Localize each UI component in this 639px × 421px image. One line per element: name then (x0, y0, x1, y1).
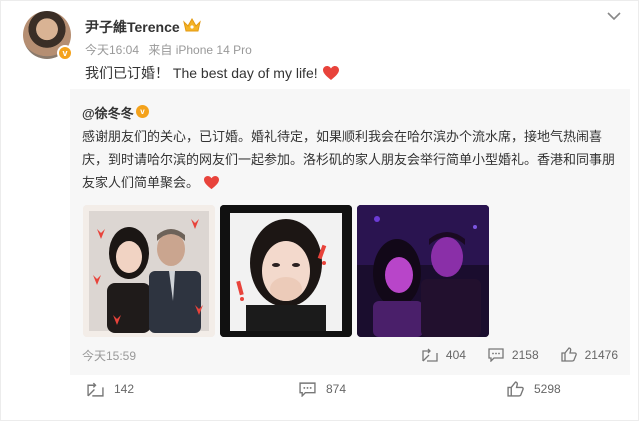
comment-button[interactable]: 874 (299, 381, 347, 397)
like-button[interactable]: 5298 (507, 381, 561, 397)
post-meta: 今天16:04 来自 iPhone 14 Pro (85, 41, 258, 58)
weibo-post-card: v 尹子維Terence 今天16:04 来自 iPhone 14 Pro 我们… (0, 0, 639, 421)
heart-emoji-icon (322, 66, 339, 80)
quoted-text: 感谢朋友们的关心，已订婚。婚礼待定，如果顺利我会在哈尔滨办个流水席，接地气热闹喜… (82, 125, 622, 194)
repost-icon (87, 382, 104, 397)
repost-icon (422, 348, 438, 362)
couple-selfie-photo[interactable] (83, 205, 215, 337)
quoted-repost-button[interactable]: 404 (422, 348, 466, 362)
quoted-action-bar: 404 2158 21476 (400, 347, 618, 362)
thumbs-up-icon (560, 347, 577, 362)
image-gallery (83, 205, 493, 337)
quoted-author-name[interactable]: @徐冬冬 (82, 103, 134, 122)
repost-count: 142 (114, 382, 135, 396)
post-text: 我们已订婚！ The best day of my life! (85, 63, 340, 83)
thumbs-up-icon (507, 381, 524, 397)
repost-button[interactable]: 142 (87, 382, 134, 397)
comment-icon (488, 347, 504, 362)
post-source: 来自 iPhone 14 Pro (148, 43, 252, 57)
quoted-comment-count: 2158 (511, 347, 539, 362)
quoted-like-count: 21476 (584, 347, 618, 362)
quoted-like-button[interactable]: 21476 (560, 347, 618, 362)
couple-purple-light-photo[interactable] (357, 205, 489, 337)
quoted-body: 感谢朋友们的关心，已订婚。婚礼待定，如果顺利我会在哈尔滨办个流水席，接地气热闹喜… (82, 129, 616, 190)
quoted-post[interactable]: @徐冬冬 v 感谢朋友们的关心，已订婚。婚礼待定，如果顺利我会在哈尔滨办个流水席… (70, 89, 630, 375)
post-time[interactable]: 今天16:04 (85, 43, 139, 57)
quoted-post-time[interactable]: 今天15:59 (82, 347, 136, 364)
verified-badge-icon: v (57, 45, 73, 61)
comment-icon (299, 381, 316, 397)
chevron-down-icon[interactable] (607, 11, 621, 21)
like-count: 5298 (534, 382, 561, 396)
quoted-repost-count: 404 (445, 347, 466, 362)
crown-icon (183, 18, 201, 32)
quoted-comment-button[interactable]: 2158 (488, 348, 539, 362)
woman-hand-over-mouth-photo[interactable] (220, 205, 352, 337)
heart-emoji-icon (204, 175, 220, 190)
quoted-verified-badge-icon: v (136, 105, 149, 118)
comment-count: 874 (326, 382, 347, 396)
author-name[interactable]: 尹子維Terence (85, 17, 180, 37)
post-body: 我们已订婚！ The best day of my life! (85, 65, 318, 81)
